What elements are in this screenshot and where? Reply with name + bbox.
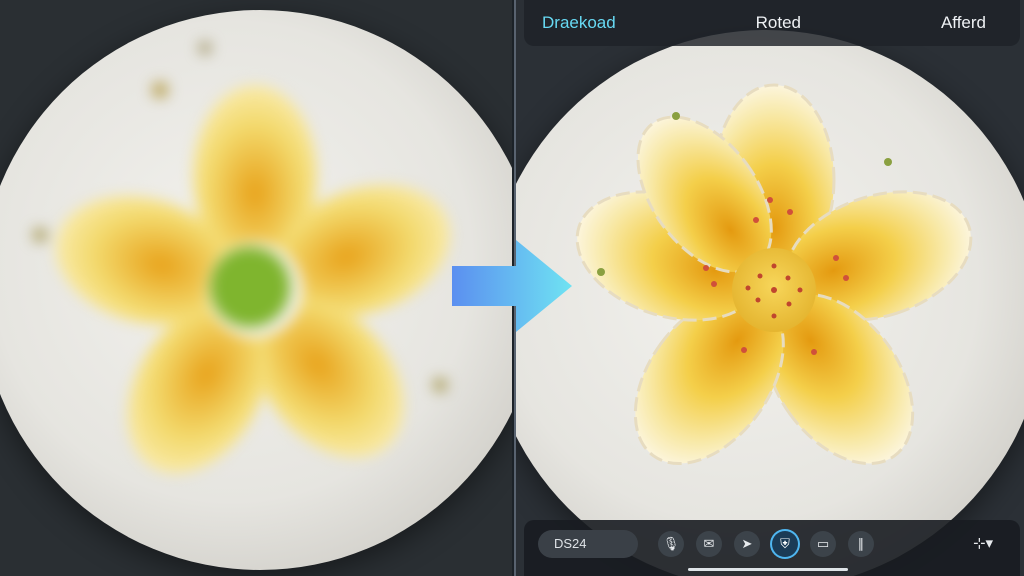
screen-icon[interactable]: ▭ (810, 531, 836, 557)
microphone-icon[interactable]: 🎙 (658, 531, 684, 557)
inbox-icon[interactable]: ✉ (696, 531, 722, 557)
after-image-panel: Draekoad Roted Afferd DS24 🎙 ✉ ➤ ⛨ ▭ ∥ ⊹… (514, 0, 1024, 576)
tab-afferd[interactable]: Afferd (941, 13, 986, 33)
waveform-icon[interactable]: ∥ (848, 531, 874, 557)
blurred-flower-dumpling (33, 42, 451, 474)
enhanced-flower-dumpling (575, 83, 973, 466)
progress-bar (688, 568, 848, 571)
more-options-icon[interactable]: ⊹▾ (968, 531, 998, 557)
preset-pill[interactable]: DS24 (538, 530, 638, 558)
forward-icon[interactable]: ➤ (734, 531, 760, 557)
tab-roted[interactable]: Roted (756, 13, 801, 33)
top-bar: Draekoad Roted Afferd (524, 0, 1020, 46)
arrow-right-icon (452, 240, 572, 332)
progress-fill (688, 568, 848, 571)
shield-icon[interactable]: ⛨ (772, 531, 798, 557)
tab-draekoad[interactable]: Draekoad (542, 13, 616, 33)
bottom-toolbar: DS24 🎙 ✉ ➤ ⛨ ▭ ∥ ⊹▾ (524, 520, 1020, 576)
before-image-panel (0, 0, 512, 576)
